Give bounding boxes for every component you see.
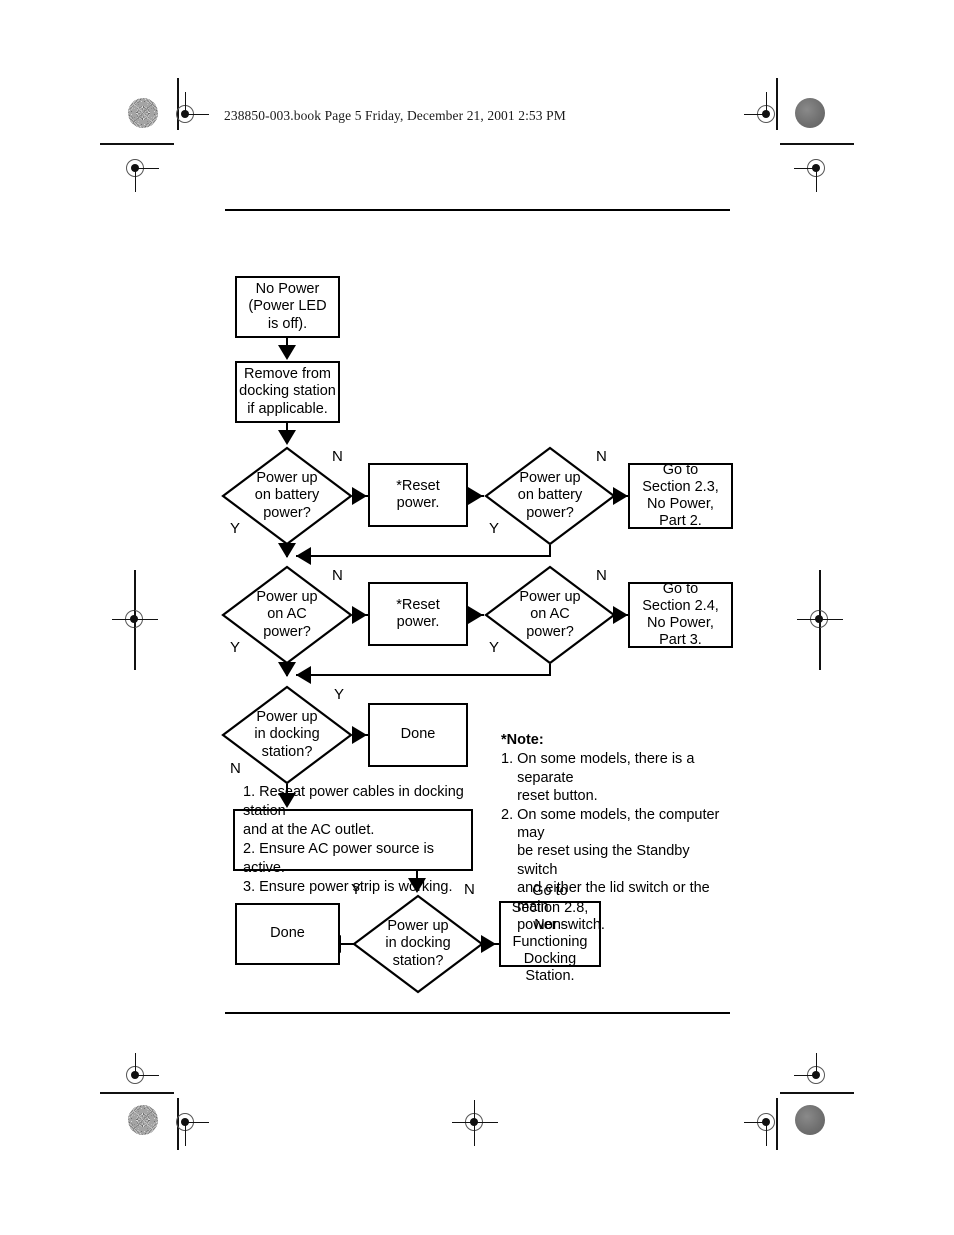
arrowhead-left-icon (296, 666, 311, 684)
arrowhead-right-icon (468, 606, 483, 624)
arrowhead-down-icon (408, 878, 426, 893)
note-item-number: 2. (501, 806, 514, 823)
arrowhead-right-icon (613, 487, 628, 505)
note-block: *Note: 1. On some models, there is a sep… (501, 731, 723, 934)
diamond-shape-icon (221, 685, 353, 785)
registration-mark (794, 146, 840, 192)
registration-mark (744, 92, 790, 138)
trim-line (100, 143, 174, 145)
flow-node-text: *Reset power. (396, 477, 440, 511)
flow-node-text: Go to Section 2.3, No Power, Part 2. (642, 461, 719, 530)
halftone-density-circle (795, 1105, 825, 1135)
flow-node-remove-from-docking: Remove from docking station if applicabl… (235, 361, 340, 423)
flow-node-text: *Reset power. (396, 596, 440, 630)
flow-node-reseat-instructions: 1. Reseat power cables in docking statio… (233, 784, 473, 895)
arrowhead-down-icon (278, 345, 296, 360)
arrowhead-down-icon (278, 430, 296, 445)
branch-label-n: N (596, 448, 607, 465)
branch-label-n: N (230, 760, 241, 777)
arrowhead-right-icon (352, 487, 367, 505)
flow-node-no-power: No Power (Power LED is off). (235, 276, 340, 338)
flow-node-reset-power-1: *Reset power. (368, 463, 468, 527)
branch-label-y: Y (230, 639, 241, 656)
diamond-shape-icon (352, 894, 484, 994)
flow-decision-power-up-in-docking-1: Power up in docking station? (221, 685, 353, 785)
branch-label-n: N (332, 567, 343, 584)
registration-mark (163, 1100, 209, 1146)
note-title: *Note: (501, 732, 544, 748)
registration-mark (113, 1053, 159, 1099)
flow-node-text: 1. Reseat power cables in docking statio… (243, 784, 464, 895)
flow-node-text: Done (270, 925, 305, 942)
connector (340, 943, 356, 945)
note-item: 2. On some models, the computer may be r… (501, 806, 723, 935)
halftone-density-circle (128, 98, 158, 128)
arrowhead-down-icon (278, 662, 296, 677)
halftone-density-circle (128, 1105, 158, 1135)
branch-label-y: Y (351, 881, 362, 898)
halftone-density-circle (795, 98, 825, 128)
registration-mark (452, 1100, 498, 1146)
arrowhead-right-icon (352, 726, 367, 744)
flow-node-text: Done (400, 726, 436, 743)
connector (296, 674, 551, 676)
registration-mark (794, 1053, 840, 1099)
registration-mark (744, 1100, 790, 1146)
flow-node-goto-section-2-3: Go to Section 2.3, No Power, Part 2. (628, 461, 733, 530)
book-header-text: 238850-003.book Page 5 Friday, December … (224, 108, 566, 123)
flow-node-reset-power-2: *Reset power. (368, 582, 468, 646)
connector (296, 555, 551, 557)
registration-mark (113, 146, 159, 192)
branch-label-y: Y (334, 686, 345, 703)
arrowhead-right-icon (468, 487, 483, 505)
content-bottom-rule (225, 1012, 730, 1014)
note-item-text: On some models, there is a separate rese… (517, 751, 695, 805)
branch-label-y: Y (230, 520, 241, 537)
registration-mark (797, 597, 843, 643)
registration-mark (112, 597, 158, 643)
arrowhead-right-icon (613, 606, 628, 624)
branch-label-y: Y (489, 520, 500, 537)
document-page: 238850-003.book Page 5 Friday, December … (0, 0, 954, 1235)
registration-mark (163, 92, 209, 138)
content-top-rule (225, 209, 730, 211)
branch-label-n: N (332, 448, 343, 465)
flow-node-text: No Power (Power LED is off). (248, 281, 327, 332)
trim-line (780, 143, 854, 145)
flow-node-text: Remove from docking station if applicabl… (239, 366, 336, 417)
arrowhead-right-icon (352, 606, 367, 624)
flow-node-done-1: Done (368, 703, 468, 767)
arrowhead-right-icon (481, 935, 496, 953)
note-item-text: On some models, the computer may be rese… (517, 806, 720, 934)
flow-node-done-2: Done (235, 903, 340, 965)
flow-decision-power-up-in-docking-2: Power up in docking station? (352, 894, 484, 994)
flow-node-text: Go to Section 2.4, No Power, Part 3. (642, 580, 719, 649)
branch-label-n: N (596, 567, 607, 584)
note-item-number: 1. (501, 751, 514, 768)
note-item: 1. On some models, there is a separate r… (501, 750, 723, 805)
arrowhead-down-icon (278, 543, 296, 558)
arrowhead-left-icon (296, 547, 311, 565)
flow-node-goto-section-2-4: Go to Section 2.4, No Power, Part 3. (628, 580, 733, 649)
branch-label-y: Y (489, 639, 500, 656)
branch-label-n: N (464, 881, 475, 898)
